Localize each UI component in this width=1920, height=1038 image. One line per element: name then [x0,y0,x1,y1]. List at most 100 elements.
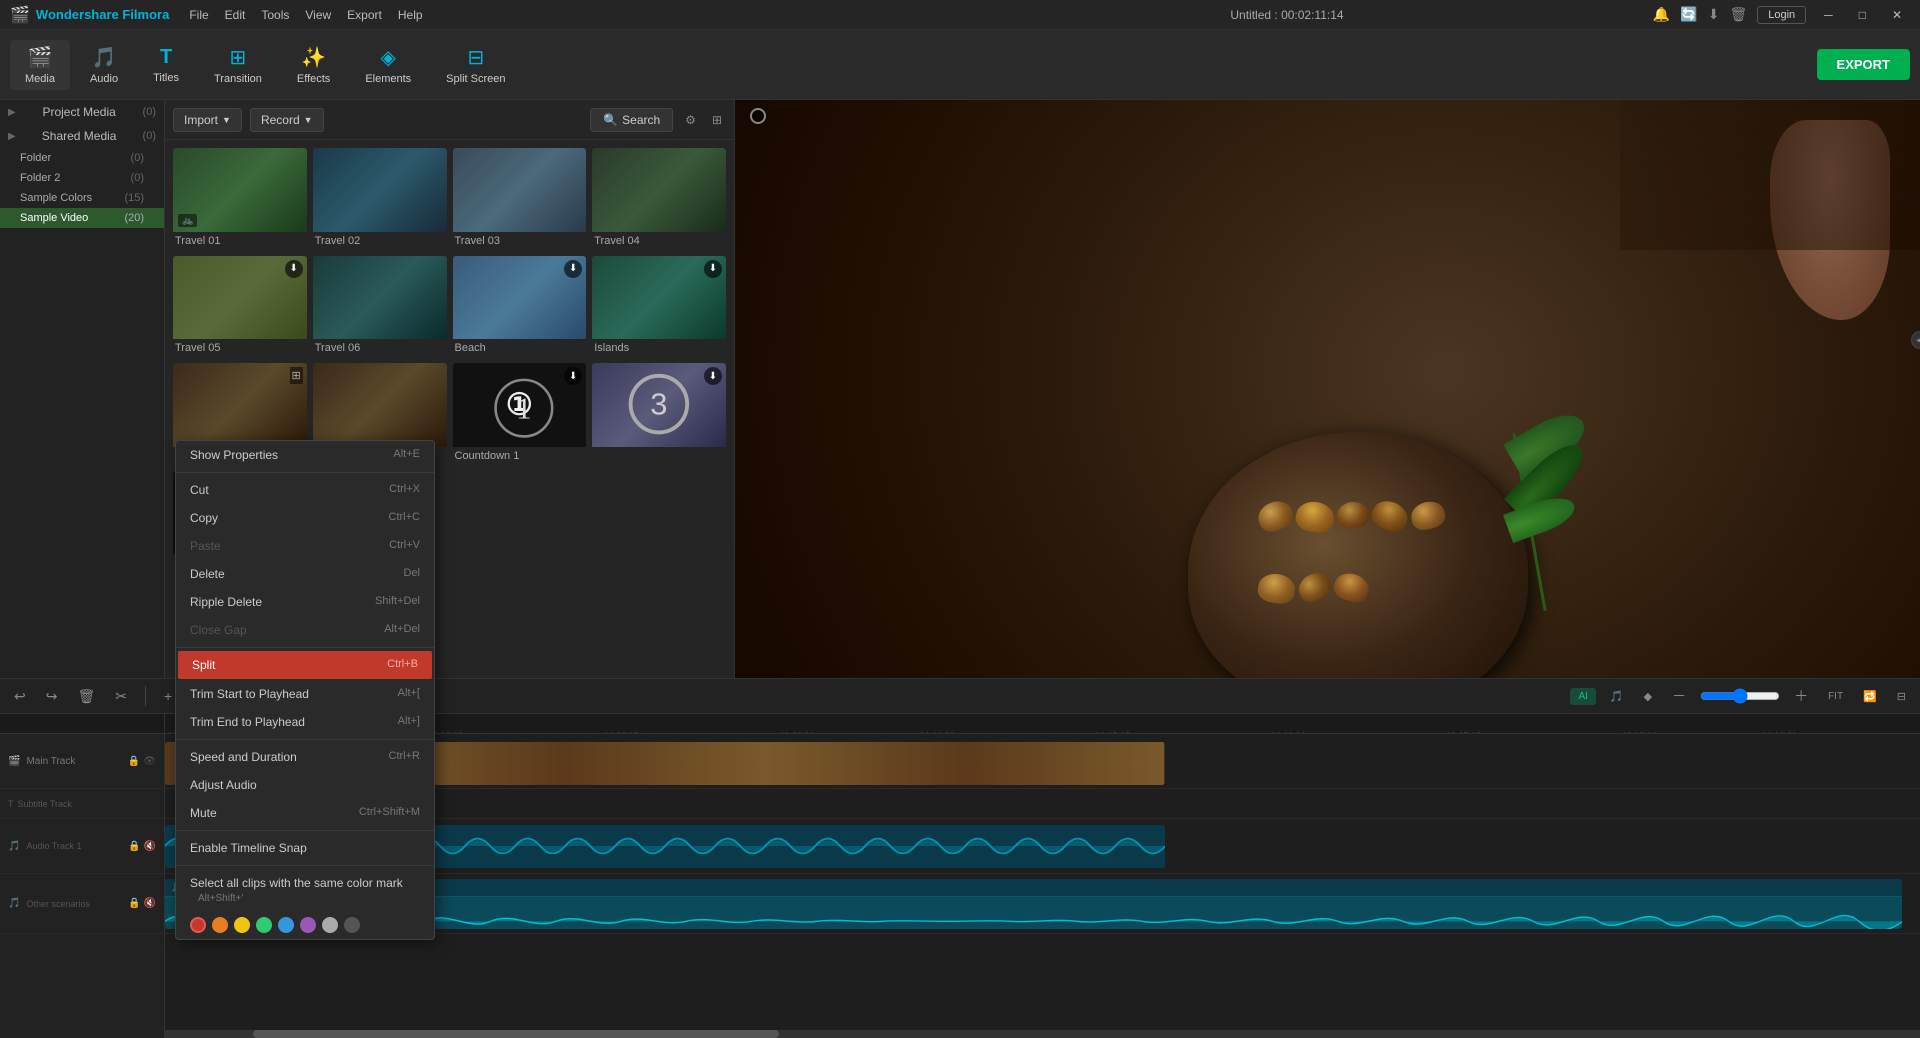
media-item-beach[interactable]: ⬇ Beach [453,256,587,358]
toolbar-audio[interactable]: 🎵 Audio [75,40,133,90]
import-button[interactable]: Import ▼ [173,108,242,132]
color-dot-green[interactable] [256,917,272,933]
ctx-sep5 [176,865,434,866]
fit-button[interactable]: FIT [1822,687,1849,706]
ctx-color-row [176,911,434,939]
zoom-slider[interactable] [1700,688,1780,704]
menu-bar: File Edit Tools View Export Help [189,8,921,22]
project-media-header[interactable]: ▶ Project Media (0) [0,100,164,124]
media-thumb-travel05: ⬇ [173,256,307,340]
toolbar-split-screen[interactable]: ⊟ Split Screen [431,40,520,90]
audio-track1-label: 🎵 Audio Track 1 🔒 🔇 [0,819,164,874]
audio-label: Audio [90,73,118,85]
delete-button[interactable]: 🗑 [71,684,101,709]
filter-icon[interactable]: ⚙ [681,109,700,131]
sample-video-item[interactable]: Sample Video (20) [0,208,164,228]
zoom-out-button[interactable]: － [1666,682,1692,710]
icon-trash[interactable]: 🗑 [1729,6,1747,23]
ctx-show-properties[interactable]: Show Properties Alt+E [176,441,434,469]
ai-button[interactable]: AI [1570,688,1595,705]
toolbar-effects[interactable]: ✨ Effects [282,40,345,90]
split-timeline-button[interactable]: ⊟ [1891,686,1912,707]
ctx-cut[interactable]: Cut Ctrl+X [176,476,434,504]
record-button[interactable]: Record ▼ [250,108,324,132]
media-item-travel06[interactable]: Travel 06 [313,256,447,358]
subtitle-track-label: T Subtitle Track [0,789,164,819]
ctx-speed-duration[interactable]: Speed and Duration Ctrl+R [176,743,434,771]
close-button[interactable]: ✕ [1884,6,1910,24]
ctx-trim-end[interactable]: Trim End to Playhead Alt+] [176,708,434,736]
media-item-number3[interactable]: ⬇ 3 [592,363,726,465]
menu-view[interactable]: View [305,8,331,22]
color-dot-gray[interactable] [322,917,338,933]
color-dot-red[interactable] [190,917,206,933]
elements-label: Elements [365,73,411,85]
shared-media-header[interactable]: ▶ Shared Media (0) [0,124,164,148]
media-item-travel01[interactable]: 🚲 Travel 01 [173,148,307,250]
titles-label: Titles [153,72,179,84]
toolbar-transition[interactable]: ⊞ Transition [199,40,277,90]
search-button[interactable]: 🔍 Search [590,108,673,132]
ctx-delete[interactable]: Delete Del [176,560,434,588]
color-dot-purple[interactable] [300,917,316,933]
menu-help[interactable]: Help [398,8,423,22]
folder2-item[interactable]: Folder 2 (0) [0,168,164,188]
color-dot-yellow[interactable] [234,917,250,933]
audio-track2-name: Other scenarios [26,899,90,909]
menu-tools[interactable]: Tools [261,8,289,22]
minimize-button[interactable]: ─ [1816,6,1841,24]
h-scrollbar-thumb[interactable] [253,1030,780,1038]
media-item-travel02[interactable]: Travel 02 [313,148,447,250]
ctx-enable-snap[interactable]: Enable Timeline Snap [176,834,434,862]
menu-file[interactable]: File [189,8,208,22]
maximize-button[interactable]: □ [1851,6,1874,24]
login-button[interactable]: Login [1757,6,1806,24]
ctx-split-shortcut: Ctrl+B [387,658,418,672]
sample-colors-item[interactable]: Sample Colors (15) [0,188,164,208]
split-audio-button[interactable]: 🎵 [1604,686,1630,707]
audio-track1-mute[interactable]: 🔇 [144,841,156,852]
media-label-travel06: Travel 06 [313,339,447,357]
zoom-in-button[interactable]: ＋ [1788,682,1814,710]
toolbar-media[interactable]: 🎬 Media [10,40,70,90]
media-thumb-countdown1: ⬇ ① 1 [453,363,587,447]
toolbar-titles[interactable]: T Titles [138,41,194,89]
folder-item[interactable]: Folder (0) [0,148,164,168]
track-lock-button[interactable]: 🔒 [128,756,140,767]
audio-track2-mute[interactable]: 🔇 [144,898,156,909]
ctx-trim-start[interactable]: Trim Start to Playhead Alt+[ [176,680,434,708]
icon-sync[interactable]: 🔄 [1680,6,1697,23]
media-item-travel04[interactable]: Travel 04 [592,148,726,250]
folder2-count: (0) [131,172,144,184]
ctx-ripple-delete[interactable]: Ripple Delete Shift+Del [176,588,434,616]
h-scrollbar[interactable] [165,1030,1920,1038]
ctx-adjust-audio[interactable]: Adjust Audio [176,771,434,799]
ctx-copy[interactable]: Copy Ctrl+C [176,504,434,532]
color-dot-orange[interactable] [212,917,228,933]
keyframe-button[interactable]: ◆ [1638,686,1658,707]
menu-export[interactable]: Export [347,8,382,22]
color-dot-dark[interactable] [344,917,360,933]
menu-edit[interactable]: Edit [225,8,246,22]
cut-button[interactable]: ✂ [109,684,133,709]
media-item-travel05[interactable]: ⬇ Travel 05 [173,256,307,358]
audio-track1-lock[interactable]: 🔒 [128,841,140,852]
redo-button[interactable]: ↪ [40,684,64,709]
media-item-travel03[interactable]: Travel 03 [453,148,587,250]
ctx-trim-end-shortcut: Alt+] [398,715,420,729]
audio-track2-lock[interactable]: 🔒 [128,898,140,909]
ctx-split[interactable]: Split Ctrl+B [178,651,432,679]
ctx-sep4 [176,830,434,831]
media-item-islands[interactable]: ⬇ Islands [592,256,726,358]
icon-download[interactable]: ⬇ [1708,6,1720,23]
export-button[interactable]: EXPORT [1817,49,1910,80]
color-dot-blue[interactable] [278,917,294,933]
undo-button[interactable]: ↩ [8,684,32,709]
toolbar-elements[interactable]: ◈ Elements [350,40,426,90]
media-item-countdown1[interactable]: ⬇ ① 1 Countdown 1 [453,363,587,465]
track-eye-button[interactable]: 👁 [143,756,156,767]
ctx-mute[interactable]: Mute Ctrl+Shift+M [176,799,434,827]
loop-button[interactable]: 🔁 [1857,686,1883,707]
grid-view-icon[interactable]: ⊞ [708,109,726,131]
icon-notify[interactable]: 🔔 [1653,6,1670,23]
